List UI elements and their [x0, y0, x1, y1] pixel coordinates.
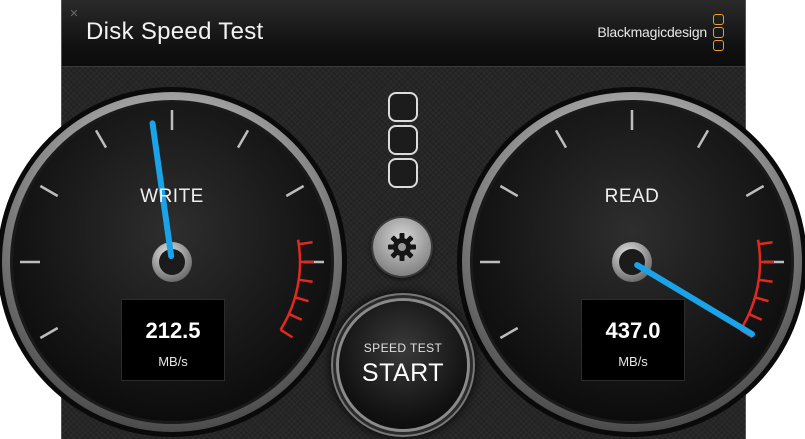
write-gauge — [0, 87, 347, 437]
start-button-label: START — [361, 359, 445, 387]
write-label: WRITE — [140, 186, 204, 207]
read-readout: 437.0 MB/s — [581, 299, 685, 381]
start-button[interactable]: SPEED TEST START — [339, 301, 467, 429]
target-button-1[interactable] — [388, 92, 418, 122]
write-readout: 212.5 MB/s — [121, 299, 225, 381]
write-unit: MB/s — [158, 354, 188, 369]
read-gauge — [457, 87, 805, 437]
disk-speed-test-app: ✕ Disk Speed Test Blackmagicdesign WRITE… — [0, 0, 805, 439]
read-value: 437.0 — [605, 318, 661, 343]
gear-icon — [388, 233, 416, 261]
target-button-2[interactable] — [388, 125, 418, 155]
settings-button[interactable] — [373, 218, 431, 276]
target-button-3[interactable] — [388, 158, 418, 188]
read-unit: MB/s — [618, 354, 648, 369]
start-button-caption: SPEED TEST — [363, 341, 443, 355]
write-value: 212.5 — [145, 318, 201, 343]
read-label: READ — [604, 186, 660, 207]
